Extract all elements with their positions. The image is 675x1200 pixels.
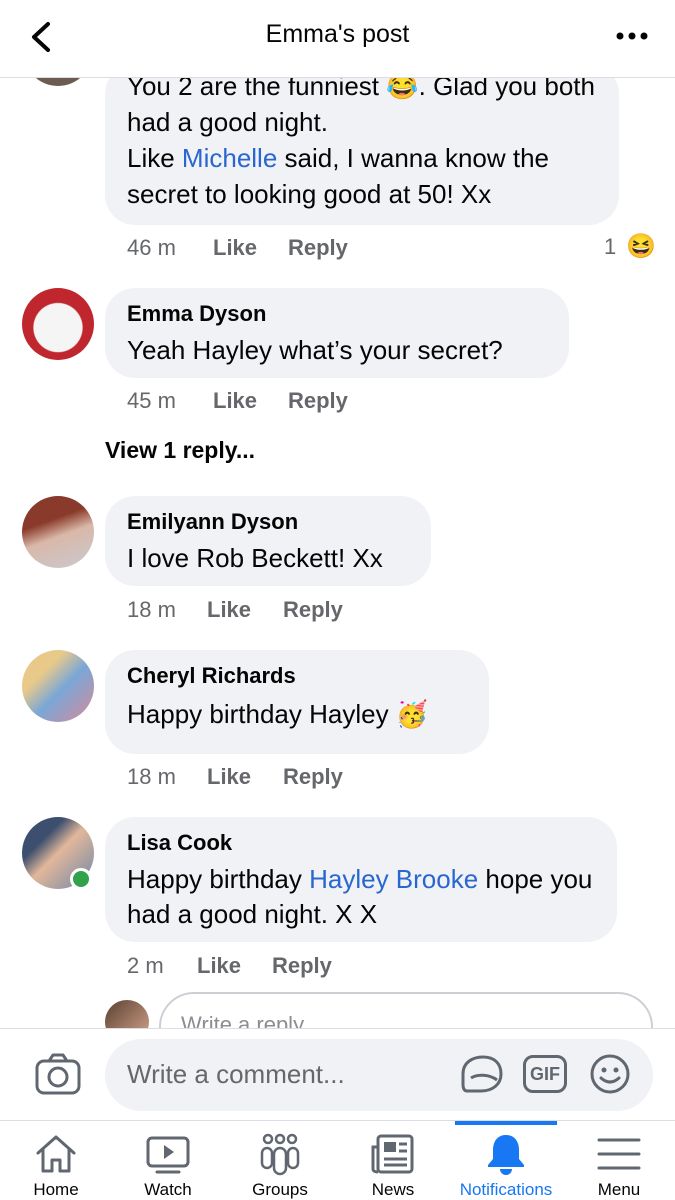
comment-author[interactable]: Cheryl Richards (127, 663, 467, 689)
comment-author[interactable]: Lisa Cook (127, 830, 595, 856)
page-title: Emma's post (265, 20, 410, 48)
comment-meta: 46 m Like Reply (127, 235, 607, 265)
comment-text: I love Rob Beckett! Xx (127, 543, 383, 573)
online-status-indicator (70, 868, 92, 890)
reply-button[interactable]: Reply (272, 953, 332, 979)
comment-time: 45 m (127, 388, 176, 413)
comment-text: Happy birthday Hayley Brooke hope you ha… (127, 864, 593, 929)
comment-meta: 18 m Like Reply (127, 764, 427, 794)
party-face-emoji: 🥳 (395, 699, 429, 729)
avatar[interactable] (22, 288, 94, 360)
sticker-icon[interactable] (459, 1053, 503, 1095)
like-button[interactable]: Like (207, 764, 251, 790)
reply-button[interactable]: Reply (288, 388, 348, 414)
reaction-count: 1 (604, 234, 617, 259)
avatar[interactable] (22, 496, 94, 568)
tab-menu[interactable]: Menu (563, 1121, 675, 1200)
comment-input-placeholder: Write a comment... (127, 1059, 345, 1089)
menu-icon (597, 1138, 641, 1170)
comment-bubble: Cheryl Richards Happy birthday Hayley 🥳 (105, 650, 489, 754)
comment-meta: 18 m Like Reply (127, 597, 427, 627)
view-replies-link[interactable]: View 1 reply... (105, 437, 255, 464)
comment-meta: 2 m Like Reply (127, 953, 427, 983)
emoji-icon[interactable] (589, 1053, 631, 1095)
active-tab-indicator (455, 1121, 557, 1125)
tab-label: Notifications (459, 1180, 553, 1199)
reply-button[interactable]: Reply (283, 597, 343, 623)
comment-author[interactable]: Emma Dyson (127, 301, 547, 327)
like-button[interactable]: Like (213, 235, 257, 261)
tab-label: Groups (252, 1180, 308, 1199)
comment-time: 2 m (127, 953, 164, 978)
tab-home[interactable]: Home (0, 1121, 112, 1200)
post-header: Emma's post (0, 0, 675, 78)
comment-time: 46 m (127, 235, 176, 260)
news-icon (371, 1134, 414, 1174)
like-button[interactable]: Like (207, 597, 251, 623)
comment-input[interactable]: Write a comment... GIF (105, 1039, 653, 1111)
reply-button[interactable]: Reply (288, 235, 348, 261)
reply-input[interactable]: Write a reply... (159, 992, 653, 1028)
comment-bubble: You 2 are the funniest 😂. Glad you both … (105, 64, 619, 225)
mention-link[interactable]: Michelle (182, 143, 277, 173)
more-options-icon[interactable] (615, 24, 649, 48)
comment-bubble: Emma Dyson Yeah Hayley what’s your secre… (105, 288, 569, 378)
comment-meta: 45 m Like Reply (127, 388, 427, 418)
reaction-summary[interactable]: 1 😆 (604, 232, 656, 261)
like-button[interactable]: Like (213, 388, 257, 414)
tab-notifications[interactable]: Notifications (449, 1121, 563, 1200)
comment-text: Happy birthday Hayley 🥳 (127, 699, 429, 729)
groups-icon (260, 1133, 300, 1176)
comment-bubble: Lisa Cook Happy birthday Hayley Brooke h… (105, 817, 617, 942)
comment-time: 18 m (127, 764, 176, 789)
comment-author[interactable]: Emilyann Dyson (127, 509, 409, 535)
comment-bubble: Emilyann Dyson I love Rob Beckett! Xx (105, 496, 431, 586)
tab-news[interactable]: News (337, 1121, 449, 1200)
tab-label: Menu (597, 1180, 641, 1199)
camera-icon[interactable] (34, 1051, 82, 1097)
laughing-reaction-icon: 😆 (626, 233, 657, 260)
avatar[interactable] (22, 650, 94, 722)
watch-icon (146, 1136, 190, 1174)
tab-watch[interactable]: Watch (112, 1121, 224, 1200)
like-button[interactable]: Like (197, 953, 241, 979)
tab-groups[interactable]: Groups (224, 1121, 336, 1200)
comments-feed[interactable]: You 2 are the funniest 😂. Glad you both … (0, 0, 675, 1028)
gif-button[interactable]: GIF (523, 1055, 567, 1093)
comment-composer: Write a comment... GIF (0, 1028, 675, 1120)
comment-text: Yeah Hayley what’s your secret? (127, 335, 503, 365)
home-icon (36, 1135, 76, 1173)
tab-label: News (371, 1180, 415, 1199)
bottom-tab-bar: Home Watch Groups News Notifications Men… (0, 1120, 675, 1200)
tab-label: Watch (144, 1180, 192, 1199)
tab-label: Home (33, 1180, 79, 1199)
avatar (105, 1000, 149, 1028)
reply-button[interactable]: Reply (283, 764, 343, 790)
gif-label: GIF (530, 1064, 560, 1084)
comment-time: 18 m (127, 597, 176, 622)
bell-icon (488, 1135, 524, 1175)
comment-text: You 2 are the funniest 😂. Glad you both … (127, 71, 595, 209)
mention-link[interactable]: Hayley Brooke (309, 864, 478, 894)
